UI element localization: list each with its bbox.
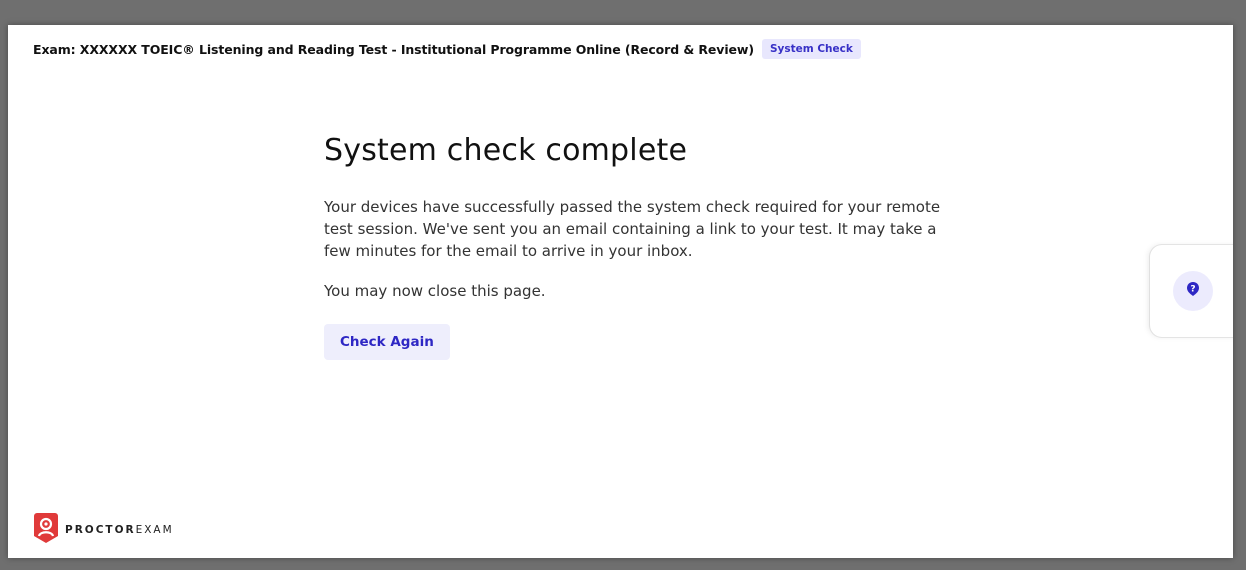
browser-page: Exam: XXXXXX TOEIC® Listening and Readin… (8, 25, 1233, 558)
close-page-message: You may now close this page. (324, 282, 546, 300)
status-message: Your devices have successfully passed th… (324, 198, 941, 260)
svg-text:?: ? (1190, 285, 1195, 295)
logo-text-light: EXAM (135, 524, 174, 536)
proctorexam-logo-icon (33, 512, 59, 548)
system-check-badge: System Check (761, 39, 861, 59)
check-again-button[interactable]: Check Again (324, 324, 450, 360)
proctorexam-logo: PROCTOREXAM (33, 512, 174, 548)
exam-title: Exam: XXXXXX TOEIC® Listening and Readin… (33, 41, 754, 57)
page-title: System check complete (324, 133, 688, 168)
help-panel: ? (1150, 245, 1233, 337)
logo-text: PROCTOREXAM (65, 524, 174, 536)
header: Exam: XXXXXX TOEIC® Listening and Readin… (33, 39, 861, 59)
main-content: System check complete Your devices have … (324, 133, 964, 360)
question-icon: ? (1186, 281, 1200, 301)
help-button[interactable]: ? (1173, 271, 1213, 311)
logo-text-bold: PROCTOR (65, 524, 136, 536)
